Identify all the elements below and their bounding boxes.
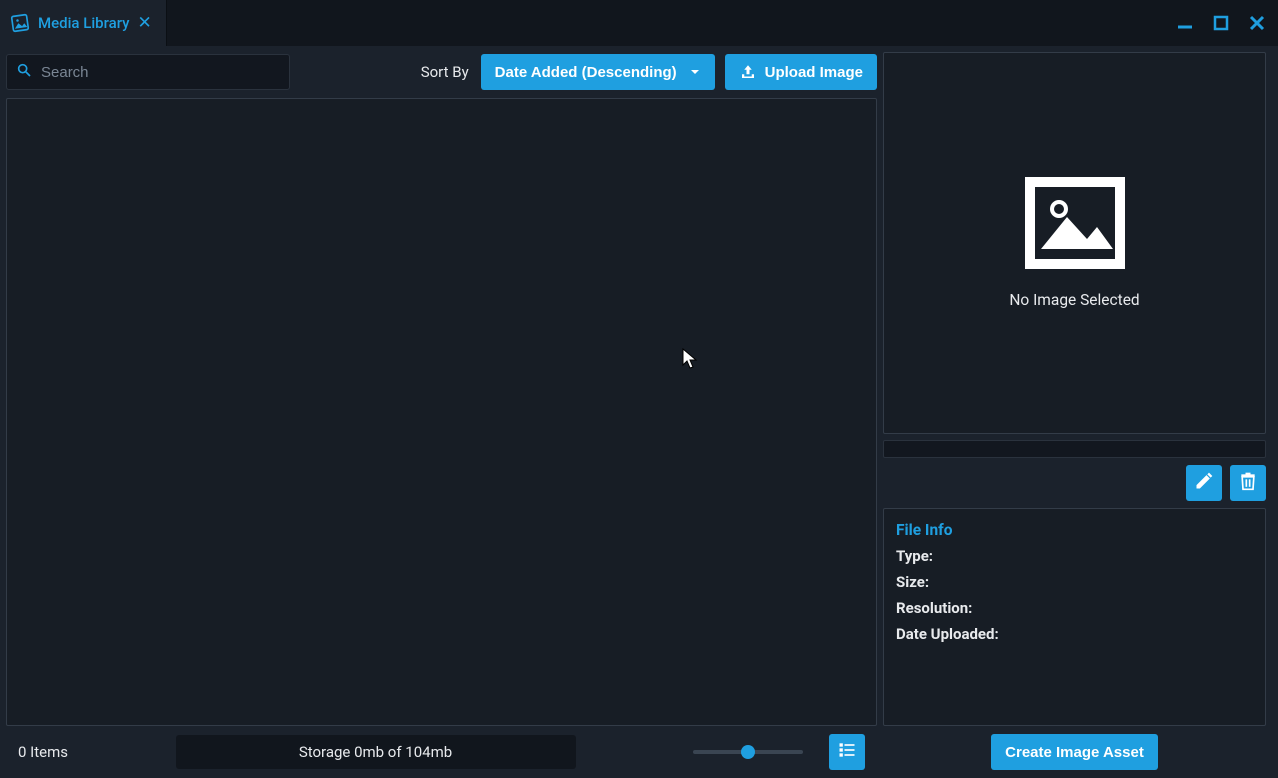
minimize-button[interactable]: [1174, 12, 1196, 34]
file-date-row: Date Uploaded:: [896, 625, 1253, 643]
upload-icon: [739, 63, 757, 81]
file-type-row: Type:: [896, 547, 1253, 565]
media-grid[interactable]: [6, 98, 877, 726]
list-icon: [837, 740, 857, 764]
file-resolution-label: Resolution:: [896, 599, 972, 617]
preview-panel: No Image Selected: [883, 52, 1266, 434]
file-resolution-row: Resolution:: [896, 599, 1253, 617]
window-controls: [1174, 12, 1268, 34]
file-size-row: Size:: [896, 573, 1253, 591]
no-image-selected-label: No Image Selected: [1009, 291, 1139, 309]
file-size-label: Size:: [896, 573, 929, 591]
search-icon: [16, 62, 32, 82]
trash-icon: [1238, 471, 1258, 495]
sort-dropdown[interactable]: Date Added (Descending): [481, 54, 715, 90]
left-column: Sort By Date Added (Descending) Upload I…: [6, 52, 877, 772]
sort-value: Date Added (Descending): [495, 64, 677, 81]
bottom-row: Create Image Asset: [883, 732, 1266, 772]
list-view-button[interactable]: [829, 734, 865, 770]
titlebar: Media Library ✕: [0, 0, 1278, 46]
close-tab-icon[interactable]: ✕: [138, 15, 152, 32]
file-info-heading: File Info: [896, 521, 1253, 539]
create-image-asset-button[interactable]: Create Image Asset: [991, 734, 1158, 770]
create-asset-label: Create Image Asset: [1005, 744, 1144, 761]
maximize-button[interactable]: [1210, 12, 1232, 34]
file-date-label: Date Uploaded:: [896, 625, 999, 643]
items-count: 0 Items: [18, 743, 68, 761]
toolbar: Sort By Date Added (Descending) Upload I…: [6, 52, 877, 92]
storage-status: Storage 0mb of 104mb: [176, 735, 576, 769]
tab-media-library[interactable]: Media Library ✕: [0, 0, 167, 46]
upload-image-button[interactable]: Upload Image: [725, 54, 877, 90]
file-info-panel: File Info Type: Size: Resolution: Date U…: [883, 508, 1266, 726]
storage-text: Storage 0mb of 104mb: [299, 743, 452, 761]
app-body: Sort By Date Added (Descending) Upload I…: [0, 46, 1278, 778]
upload-label: Upload Image: [765, 64, 863, 81]
image-placeholder-icon: [1025, 177, 1125, 273]
media-library-icon: [10, 13, 30, 33]
action-row: [883, 464, 1266, 502]
thumbnail-size-slider[interactable]: [693, 750, 803, 754]
slider-thumb[interactable]: [741, 745, 755, 759]
footer: 0 Items Storage 0mb of 104mb: [6, 732, 877, 772]
right-column: No Image Selected: [883, 52, 1266, 772]
sort-by-label: Sort By: [421, 63, 469, 81]
chevron-down-icon: [689, 66, 701, 78]
delete-button[interactable]: [1230, 465, 1266, 501]
edit-button[interactable]: [1186, 465, 1222, 501]
pencil-icon: [1194, 471, 1214, 495]
file-type-label: Type:: [896, 547, 933, 565]
search-input[interactable]: [6, 54, 290, 90]
close-window-button[interactable]: [1246, 12, 1268, 34]
image-name-field[interactable]: [883, 440, 1266, 458]
search-wrap: [6, 54, 290, 90]
tab-title: Media Library: [38, 14, 130, 32]
